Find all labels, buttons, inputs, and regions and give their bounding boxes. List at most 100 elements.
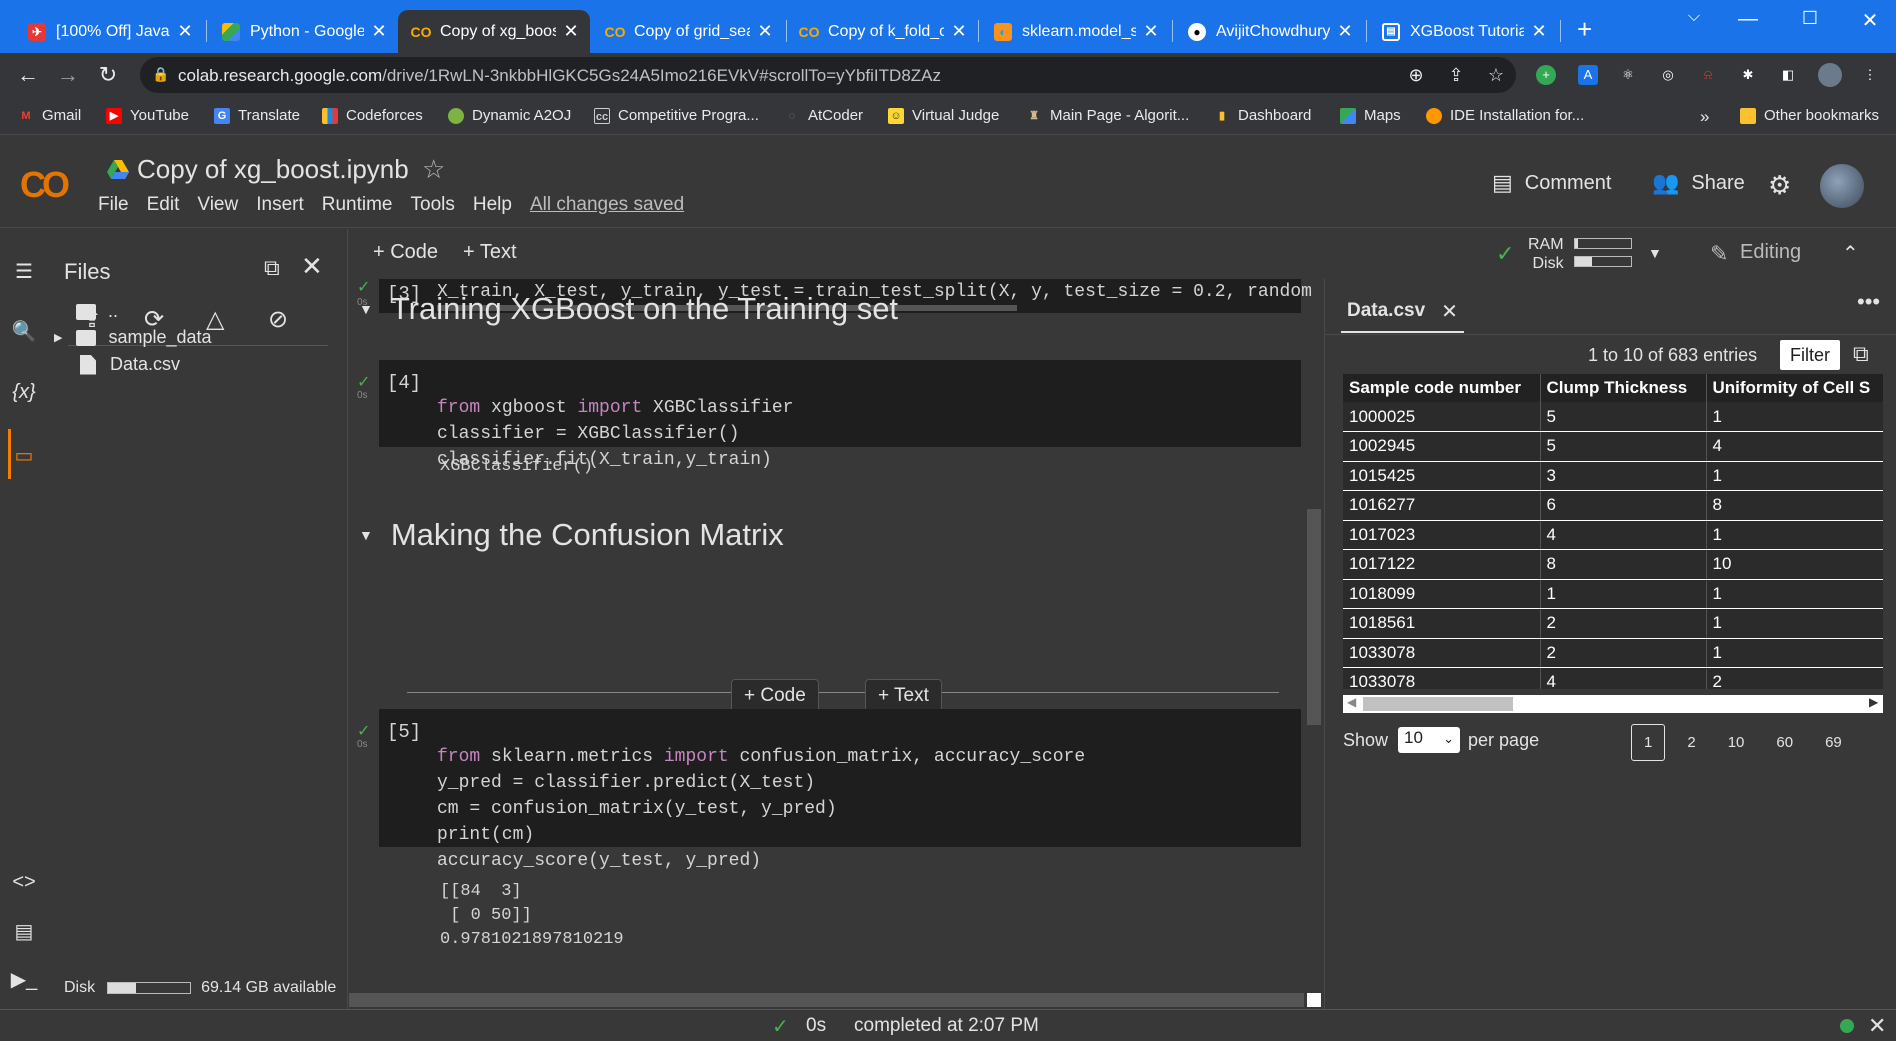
star-notebook-icon[interactable]: ☆ xyxy=(422,154,445,185)
notebook-vertical-scrollbar[interactable] xyxy=(1307,509,1321,725)
maximize-icon[interactable]: ☐ xyxy=(1790,8,1830,29)
page-10-button[interactable]: 10 xyxy=(1728,734,1745,751)
section-heading-training[interactable]: ▼ Training XGBoost on the Training set xyxy=(359,291,898,327)
data-csv-tab[interactable]: Data.csv ✕ xyxy=(1341,291,1464,333)
browser-tab-8[interactable]: ▤ XGBoost Tutorial ✕ xyxy=(1368,10,1558,53)
terminal-icon[interactable]: ▶_ xyxy=(0,967,48,992)
colab-logo[interactable]: CO xyxy=(20,164,70,206)
bookmark-dashboard[interactable]: ▮ Dashboard xyxy=(1214,107,1311,124)
page-69-button[interactable]: 69 xyxy=(1825,734,1842,751)
filter-button[interactable]: Filter xyxy=(1780,340,1840,370)
notebook-horizontal-scrollbar[interactable] xyxy=(349,993,1304,1007)
profile-avatar-icon[interactable] xyxy=(1818,63,1842,87)
tab-search-chevron-icon[interactable]: ⌵ xyxy=(1674,8,1714,26)
search-icon[interactable]: 🔍 xyxy=(0,319,48,344)
editing-mode-button[interactable]: Editing xyxy=(1740,241,1801,264)
share-button[interactable]: 👥 Share xyxy=(1652,170,1745,196)
mount-drive-icon[interactable]: △ xyxy=(206,305,268,334)
menu-view[interactable]: View xyxy=(197,194,238,216)
column-header[interactable]: Uniformity of Cell S xyxy=(1706,374,1883,402)
code-cell-4[interactable]: ✓ 0s [4] from xgboost import XGBClassifi… xyxy=(357,360,1301,470)
extension-target-icon[interactable]: ◎ xyxy=(1658,65,1678,85)
back-arrow-icon[interactable]: ← xyxy=(14,61,42,89)
comment-button[interactable]: ▤ Comment xyxy=(1492,170,1612,196)
ram-disk-indicator[interactable]: RAM Disk xyxy=(1528,235,1564,273)
page-1-button[interactable]: 1 xyxy=(1631,724,1666,761)
insert-text-cell-button[interactable]: + Text xyxy=(865,679,942,713)
file-item-sample-data[interactable]: ▶ sample_data xyxy=(54,327,212,348)
browser-menu-icon[interactable]: ⋮ xyxy=(1860,65,1880,85)
menu-tools[interactable]: Tools xyxy=(411,194,455,216)
extension-plus-icon[interactable]: + xyxy=(1536,65,1556,85)
column-header[interactable]: Sample code number xyxy=(1343,374,1541,402)
code-editor[interactable]: from sklearn.metrics import confusion_ma… xyxy=(437,718,1085,874)
file-item-parent[interactable]: .. xyxy=(76,301,118,322)
bookmark-atcoder[interactable]: ◌ AtCoder xyxy=(784,107,863,124)
add-code-button[interactable]: + Code xyxy=(373,241,438,264)
bookmark-algorithms[interactable]: ♜ Main Page - Algorit... xyxy=(1026,107,1189,124)
menu-runtime[interactable]: Runtime xyxy=(322,194,393,216)
forward-arrow-icon[interactable]: → xyxy=(54,61,82,89)
close-tab-icon[interactable]: ✕ xyxy=(1441,299,1458,324)
extensions-puzzle-icon[interactable]: ✱ xyxy=(1738,65,1758,85)
minimize-icon[interactable]: — xyxy=(1728,8,1768,31)
browser-tab-1[interactable]: ✈ [100% Off] Java P ✕ xyxy=(14,10,204,53)
close-tab-icon[interactable]: ✕ xyxy=(756,21,774,42)
close-window-icon[interactable]: ✕ xyxy=(1850,8,1890,33)
browser-tab-7[interactable]: ● AvijitChowdhury/ ✕ xyxy=(1174,10,1364,53)
save-status-link[interactable]: All changes saved xyxy=(530,194,684,216)
bookmark-codeforces[interactable]: Codeforces xyxy=(322,107,423,124)
table-horizontal-scrollbar[interactable]: ◀ ▶ xyxy=(1343,695,1883,713)
scrollbar-thumb[interactable] xyxy=(1363,697,1513,711)
user-avatar[interactable] xyxy=(1820,164,1864,208)
toggle-hidden-files-icon[interactable]: ⊘ xyxy=(268,305,330,334)
collapse-section-icon[interactable]: ▼ xyxy=(359,301,373,317)
close-tab-icon[interactable]: ✕ xyxy=(176,21,194,42)
notebook-title-text[interactable]: Copy of xg_boost.ipynb xyxy=(137,154,409,185)
resources-dropdown-icon[interactable]: ▼ xyxy=(1648,245,1662,261)
other-bookmarks[interactable]: Other bookmarks xyxy=(1740,107,1879,124)
per-page-select[interactable]: 10 ⌄ xyxy=(1398,727,1461,753)
bookmark-competitive[interactable]: cc Competitive Progra... xyxy=(594,107,759,124)
bookmark-translate[interactable]: G Translate xyxy=(214,107,300,124)
scroll-left-icon[interactable]: ◀ xyxy=(1347,695,1356,709)
close-tab-icon[interactable]: ✕ xyxy=(1142,21,1160,42)
collapse-section-icon[interactable]: ▼ xyxy=(359,527,373,543)
extension-react-icon[interactable]: ⚛ xyxy=(1618,65,1638,85)
extension-alert-icon[interactable]: ⍾ xyxy=(1698,65,1718,85)
close-tab-icon[interactable]: ✕ xyxy=(1336,21,1354,42)
bookmark-virtual-judge[interactable]: ☺ Virtual Judge xyxy=(888,107,999,124)
collapse-header-chevron-icon[interactable]: ⌃ xyxy=(1842,241,1859,266)
bookmark-ide[interactable]: IDE Installation for... xyxy=(1426,107,1584,124)
settings-gear-icon[interactable]: ⚙ xyxy=(1768,170,1791,201)
menu-file[interactable]: File xyxy=(98,194,129,216)
bookmark-star-icon[interactable]: ☆ xyxy=(1484,65,1508,86)
status-message[interactable]: completed at 2:07 PM xyxy=(854,1015,1039,1037)
share-page-icon[interactable]: ⇪ xyxy=(1444,65,1468,86)
insert-code-cell-button[interactable]: + Code xyxy=(731,679,819,713)
expand-triangle-icon[interactable]: ▶ xyxy=(54,331,62,344)
url-text[interactable]: colab.research.google.com/drive/1RwLN-3n… xyxy=(178,66,941,86)
status-exec-time[interactable]: 0s xyxy=(806,1015,826,1037)
browser-tab-2[interactable]: Python - Google ✕ xyxy=(208,10,398,53)
scroll-right-icon[interactable]: ▶ xyxy=(1869,695,1878,709)
browser-tab-3-active[interactable]: CO Copy of xg_boos ✕ xyxy=(398,10,590,53)
column-header[interactable]: Clump Thickness xyxy=(1540,374,1707,402)
zoom-icon[interactable]: ⊕ xyxy=(1404,65,1428,86)
code-snippets-icon[interactable]: <> xyxy=(0,871,48,894)
bookmark-youtube[interactable]: ▶ YouTube xyxy=(106,107,189,124)
open-in-tab-icon[interactable]: ⧉ xyxy=(264,255,280,280)
side-panel-icon[interactable]: ◧ xyxy=(1778,65,1798,85)
close-status-icon[interactable]: ✕ xyxy=(1868,1013,1886,1039)
menu-insert[interactable]: Insert xyxy=(256,194,304,216)
reload-icon[interactable]: ↻ xyxy=(94,61,122,89)
file-item-data-csv[interactable]: Data.csv xyxy=(78,354,180,375)
bookmark-gmail[interactable]: M Gmail xyxy=(18,107,81,124)
bookmark-a2oj[interactable]: Dynamic A2OJ xyxy=(448,107,571,124)
close-panel-icon[interactable]: ✕ xyxy=(301,251,323,281)
new-tab-plus-icon[interactable]: + xyxy=(1577,16,1592,42)
page-60-button[interactable]: 60 xyxy=(1776,734,1793,751)
command-palette-icon[interactable]: ▤ xyxy=(0,919,48,944)
notebook-title[interactable]: Copy of xg_boost.ipynb xyxy=(107,154,409,185)
menu-edit[interactable]: Edit xyxy=(147,194,180,216)
